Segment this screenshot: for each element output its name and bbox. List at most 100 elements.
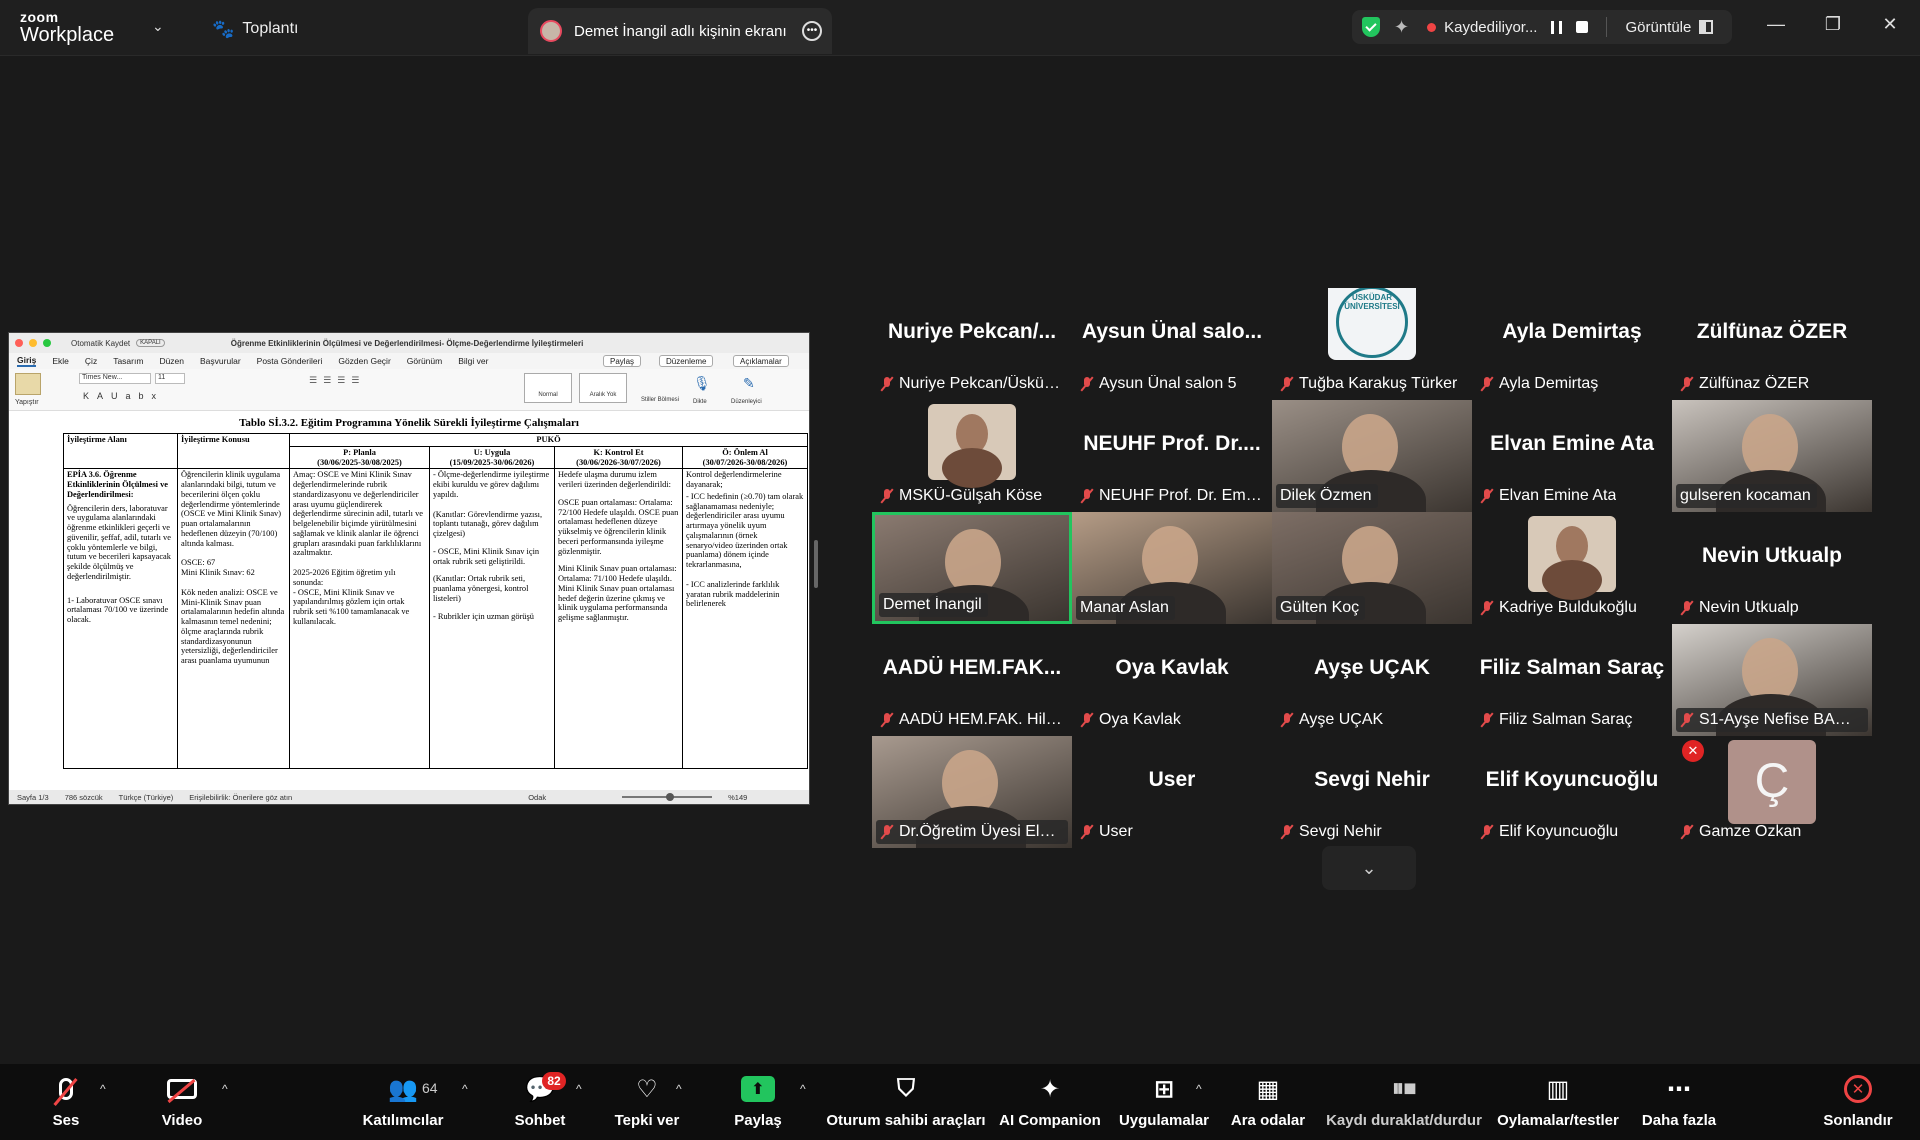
participant-tile[interactable]: Elvan Emine Ata Elvan Emine Ata — [1472, 400, 1672, 512]
split-resize-handle[interactable] — [814, 540, 818, 588]
view-layout-icon[interactable] — [1699, 20, 1714, 34]
editor-pen-icon[interactable]: ✎ — [743, 375, 755, 392]
zoom-logo[interactable]: zoom Workplace — [20, 10, 114, 45]
share-options-caret[interactable]: ^ — [800, 1082, 806, 1096]
participant-tile[interactable]: Ayla Demirtaş Ayla Demirtaş — [1472, 288, 1672, 400]
autosave-state[interactable]: KAPALI — [136, 339, 165, 347]
react-button[interactable]: ♡ Tepki ver — [610, 1072, 684, 1136]
participant-tile[interactable]: Ç ✕ Gamze Ozkan — [1672, 736, 1872, 848]
tab-mailings[interactable]: Posta Gönderileri — [257, 356, 323, 366]
participant-tile[interactable]: ÜSKÜDAR ÜNİVERSİTESİ Tuğba Karakuş Türker — [1272, 288, 1472, 400]
tab-draw[interactable]: Çiz — [85, 356, 97, 366]
video-options-caret[interactable]: ^ — [222, 1082, 228, 1096]
restore-icon[interactable]: ❐ — [1818, 14, 1848, 35]
paste-icon[interactable] — [15, 373, 41, 395]
font-name-select[interactable]: Times New... — [79, 373, 151, 384]
language[interactable]: Türkçe (Türkiye) — [119, 793, 174, 802]
remove-icon[interactable]: ✕ — [1682, 740, 1704, 762]
meeting-button[interactable]: 🐾 Toplantı — [212, 16, 298, 42]
word-edit-button[interactable]: Düzenleme — [659, 355, 714, 367]
font-size-select[interactable]: 11 — [155, 373, 185, 384]
mac-close-icon[interactable] — [15, 339, 23, 347]
encryption-shield-icon[interactable] — [1362, 17, 1380, 37]
audio-options-caret[interactable]: ^ — [100, 1082, 106, 1096]
zoom-level[interactable]: %149 — [728, 793, 747, 802]
more-options-icon[interactable]: ••• — [802, 21, 822, 41]
style-no-spacing[interactable]: Aralık Yok — [579, 373, 627, 403]
end-meeting-button[interactable]: ✕ Sonlandır — [1818, 1072, 1898, 1136]
pause-recording-icon[interactable] — [1551, 20, 1563, 34]
participant-tile[interactable]: NEUHF Prof. Dr.... NEUHF Prof. Dr. Emel .… — [1072, 400, 1272, 512]
mac-zoom-icon[interactable] — [43, 339, 51, 347]
audio-button[interactable]: Ses — [36, 1072, 96, 1136]
participants-options-caret[interactable]: ^ — [462, 1082, 468, 1096]
format-buttons[interactable]: KAUabx — [83, 391, 164, 401]
ai-companion-button[interactable]: ✦ AI Companion — [998, 1072, 1102, 1136]
tab-view[interactable]: Görünüm — [407, 356, 442, 366]
participant-tile[interactable]: AADÜ HEM.FAK... AADÜ HEM.FAK. Hilmi... — [872, 624, 1072, 736]
zoom-slider[interactable] — [622, 793, 713, 801]
participant-tile[interactable]: Dr.Öğretim Üyesi Ela Y... — [872, 736, 1072, 848]
participant-display-name: Ayşe UÇAK — [1314, 656, 1430, 679]
word-comments-button[interactable]: Açıklamalar — [733, 355, 789, 367]
shared-screen[interactable]: Otomatik Kaydet KAPALI Öğrenme Etkinlikl… — [8, 332, 810, 805]
tab-layout[interactable]: Düzen — [159, 356, 184, 366]
microphone-icon[interactable]: 🎙 — [693, 375, 711, 392]
stop-recording-icon[interactable] — [1576, 21, 1589, 33]
apps-options-caret[interactable]: ^ — [1196, 1082, 1202, 1096]
participant-tile[interactable]: Demet İnangil — [872, 512, 1072, 624]
tab-home[interactable]: Giriş — [17, 355, 37, 367]
style-normal[interactable]: Normal — [524, 373, 572, 403]
tab-design[interactable]: Tasarım — [113, 356, 143, 366]
more-button[interactable]: ⋯ Daha fazla — [1632, 1072, 1726, 1136]
participant-tile[interactable]: Elif Koyuncuoğlu Elif Koyuncuoğlu — [1472, 736, 1672, 848]
accessibility[interactable]: Erişilebilirlik: Önerilere göz atın — [189, 793, 292, 802]
chevron-down-icon[interactable]: ⌄ — [152, 18, 164, 35]
react-options-caret[interactable]: ^ — [676, 1082, 682, 1096]
document-body[interactable]: Tablo Sİ.3.2. Eğitim Programına Yönelik … — [9, 411, 809, 792]
participant-tile[interactable]: Manar Aslan — [1072, 512, 1272, 624]
tab-review[interactable]: Gözden Geçir — [338, 356, 390, 366]
chat-button[interactable]: 💬 Sohbet 82 — [512, 1072, 568, 1136]
mac-minimize-icon[interactable] — [29, 339, 37, 347]
chat-options-caret[interactable]: ^ — [576, 1082, 582, 1096]
participant-tile[interactable]: Oya Kavlak Oya Kavlak — [1072, 624, 1272, 736]
participant-tile[interactable]: Ayşe UÇAK Ayşe UÇAK — [1272, 624, 1472, 736]
ai-sparkle-icon[interactable]: ✦ — [1394, 17, 1409, 38]
word-count[interactable]: 786 sözcük — [65, 793, 103, 802]
video-button[interactable]: Video — [150, 1072, 214, 1136]
host-tools-button[interactable]: ⛉ Oturum sahibi araçları — [826, 1072, 986, 1136]
participant-tile[interactable]: User User — [1072, 736, 1272, 848]
page-count[interactable]: Sayfa 1/3 — [17, 793, 49, 802]
focus-mode[interactable]: Odak — [528, 793, 546, 802]
participant-tile[interactable]: Nevin Utkualp Nevin Utkualp — [1672, 512, 1872, 624]
breakout-rooms-button[interactable]: ▦ Ara odalar — [1226, 1072, 1310, 1136]
participant-tile[interactable]: gulseren kocaman — [1672, 400, 1872, 512]
minimize-icon[interactable]: — — [1761, 14, 1791, 35]
participant-tile[interactable]: Zülfünaz ÖZER Zülfünaz ÖZER — [1672, 288, 1872, 400]
close-icon[interactable]: ✕ — [1875, 14, 1905, 35]
participant-tile[interactable]: Dilek Özmen — [1272, 400, 1472, 512]
tell-me[interactable]: Bilgi ver — [458, 356, 488, 366]
styles-pane-label[interactable]: Stiller Bölmesi — [641, 397, 679, 403]
participant-tile[interactable]: Gülten Koç — [1272, 512, 1472, 624]
participant-tile[interactable]: Nuriye Pekcan/... Nuriye Pekcan/Üsküda... — [872, 288, 1072, 400]
gallery-next-page-icon[interactable]: ⌄ — [1322, 846, 1416, 890]
polls-button[interactable]: ▥ Oylamalar/testler — [1496, 1072, 1620, 1136]
participant-tile[interactable]: Aysun Ünal salo... Aysun Ünal salon 5 — [1072, 288, 1272, 400]
participant-tile[interactable]: Kadriye Buldukoğlu — [1472, 512, 1672, 624]
share-screen-button[interactable]: ⬆ Paylaş — [724, 1072, 792, 1136]
word-share-button[interactable]: Paylaş — [603, 355, 642, 367]
tab-references[interactable]: Başvurular — [200, 356, 241, 366]
mic-muted-icon — [1080, 488, 1094, 504]
participant-tile[interactable]: S1-Ayşe Nefise BAHÇE... — [1672, 624, 1872, 736]
participant-tile[interactable]: Filiz Salman Saraç Filiz Salman Saraç — [1472, 624, 1672, 736]
view-label[interactable]: Görüntüle — [1625, 19, 1691, 36]
participant-tile[interactable]: Sevgi Nehir Sevgi Nehir — [1272, 736, 1472, 848]
participant-tile[interactable]: MSKÜ-Gülşah Köse — [872, 400, 1072, 512]
paragraph-buttons[interactable]: ☰☰☰☰ — [309, 375, 365, 386]
tab-insert[interactable]: Ekle — [52, 356, 69, 366]
participant-avatar — [928, 404, 1016, 488]
recording-control-button[interactable]: ⏸⏹ Kaydı duraklat/durdur — [1326, 1072, 1482, 1136]
screen-share-tab[interactable]: Demet İnangil adlı kişinin ekranı ••• — [528, 8, 832, 54]
